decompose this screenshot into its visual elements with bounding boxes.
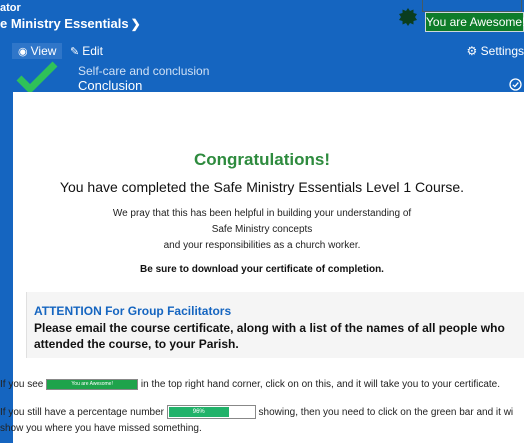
pencil-icon: ✎: [70, 46, 80, 58]
instruction-text: showing, then you need to click on the g…: [258, 407, 514, 418]
green-check-icon: [16, 61, 58, 93]
tab-edit[interactable]: ✎ Edit: [64, 43, 109, 59]
tab-view[interactable]: ◉ View: [12, 43, 63, 59]
completed-message: You have completed the Safe Ministry Ess…: [59, 179, 465, 195]
tab-view-label: View: [30, 44, 57, 58]
lesson-title: Conclusion: [78, 78, 143, 93]
instruction-text: show you where you have missed something…: [0, 423, 202, 434]
progress-bar-example: 96%: [166, 405, 256, 420]
pray-line: Safe Ministry concepts: [211, 224, 313, 235]
gears-icon: ⚙: [466, 44, 478, 58]
seal-badge-icon: [399, 8, 417, 26]
attention-body: Please email the course certificate, alo…: [34, 321, 505, 351]
progress-bar-fill: 96%: [168, 407, 229, 418]
course-label: ator: [0, 2, 21, 14]
certificate-instruction: If you see You are Awesome! in the top r…: [0, 377, 524, 393]
attention-title: ATTENTION For Group Facilitators: [34, 304, 232, 318]
pray-line: and your responsibilities as a church wo…: [163, 240, 361, 251]
you-are-awesome-button[interactable]: You are Awesome!: [425, 12, 524, 32]
settings-button[interactable]: ⚙ Settings: [467, 44, 524, 58]
eye-icon: ◉: [18, 46, 28, 58]
account-box: [422, 0, 522, 12]
instruction-text: If you see: [0, 379, 44, 390]
percentage-instruction: If you still have a percentage number 96…: [0, 405, 524, 421]
lesson-subtitle: Self-care and conclusion: [78, 64, 210, 78]
download-reminder: Be sure to download your certificate of …: [140, 264, 384, 275]
instruction-text: in the top right hand corner, click on o…: [140, 379, 500, 390]
lesson-bar: ◉ View ✎ Edit ⚙ Settings Self-care and con…: [0, 36, 524, 93]
you-are-awesome-example: You are Awesome!: [46, 378, 139, 390]
attention-box: ATTENTION For Group Facilitators Please …: [26, 292, 524, 358]
circle-check-icon: [509, 78, 522, 91]
congrats-heading: Congratulations!: [194, 150, 330, 169]
course-title-text: e Ministry Essentials: [0, 16, 129, 31]
course-title-dropdown[interactable]: e Ministry Essentials ❯: [0, 16, 141, 32]
tab-edit-label: Edit: [82, 44, 103, 58]
pray-line: We pray that this has been helpful in bu…: [112, 208, 412, 219]
top-header: ator e Ministry Essentials ❯ You are Awes…: [0, 0, 524, 36]
pray-paragraph: We pray that this has been helpful in bu…: [0, 206, 524, 254]
settings-label: Settings: [480, 44, 524, 58]
instruction-text: If you still have a percentage number: [0, 407, 164, 418]
chevron-down-icon: ❯: [130, 17, 141, 31]
